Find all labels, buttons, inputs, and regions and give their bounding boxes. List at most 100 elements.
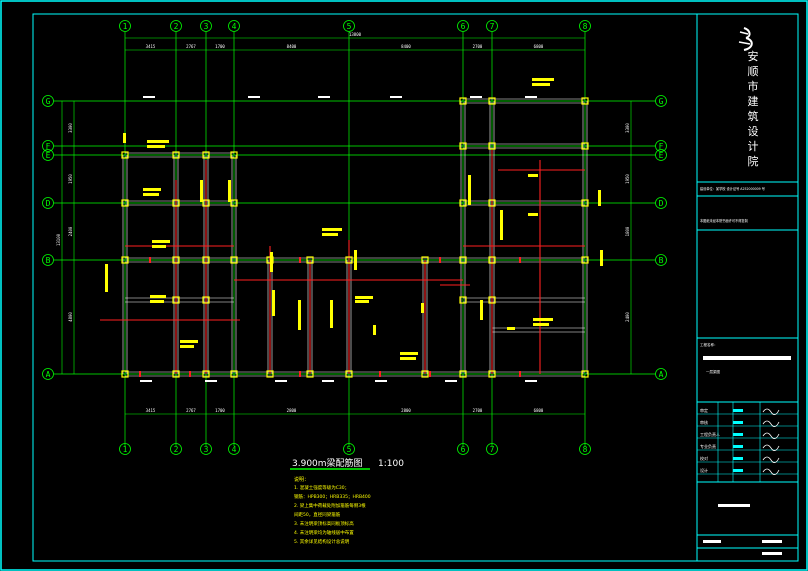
section-label xyxy=(275,380,287,382)
floor-plan xyxy=(100,97,589,378)
axis-label-3: 3 xyxy=(204,445,209,454)
axis-label-F: F xyxy=(659,142,664,151)
note-line: 钢筋：HPB300；HRB335；HRB400 xyxy=(294,493,371,500)
beam-annotation xyxy=(228,180,231,202)
top-dim-text: 2700 xyxy=(473,44,483,49)
right-dim-text: 1950 xyxy=(625,174,630,184)
axis-label-F: F xyxy=(46,142,51,151)
beam-annotation xyxy=(322,228,342,231)
axis-label-4: 4 xyxy=(232,445,237,454)
tb-row-label: 工程负责人 xyxy=(700,431,720,437)
axis-label-6: 6 xyxy=(461,445,466,454)
beam-annotation xyxy=(147,145,165,148)
beam-annotation xyxy=(180,345,194,348)
beam-mark xyxy=(299,257,301,263)
beam-annotation xyxy=(150,300,164,303)
beam-annotation xyxy=(480,300,483,320)
institute-char: 院 xyxy=(748,154,759,168)
bottom-dim-text: 2800 xyxy=(287,408,297,413)
tb-drawing-number xyxy=(718,504,750,507)
left-dim-text: 3300 xyxy=(68,123,73,133)
bottom-dim-text: 2700 xyxy=(473,408,483,413)
section-label xyxy=(143,96,155,98)
tb-row-label: 专业负责 xyxy=(700,443,716,449)
axis-label-D: D xyxy=(46,199,51,208)
section-label xyxy=(318,96,330,98)
left-dim-text: 4800 xyxy=(68,312,73,322)
beam-annotation xyxy=(180,340,198,343)
beam-annotation xyxy=(400,352,418,355)
axis-label-3: 3 xyxy=(204,22,209,31)
axis-label-E: E xyxy=(46,151,51,160)
beam-annotation xyxy=(330,300,333,328)
section-label xyxy=(205,380,217,382)
axis-label-G: G xyxy=(46,97,51,106)
tb-row-value xyxy=(733,457,743,460)
tb-sheet xyxy=(762,540,782,543)
tb-row-value xyxy=(733,409,743,412)
tb-line2: 本图纸未经本院书面许可不得复制 xyxy=(700,218,748,223)
beam-mark xyxy=(519,371,521,377)
beam-annotation xyxy=(200,180,203,202)
tb-row-value xyxy=(733,445,743,448)
beam-annotation xyxy=(400,357,416,360)
axis-label-A: A xyxy=(46,370,51,379)
note-line: 3. 未注明梁顶标高同板顶标高 xyxy=(294,520,354,527)
tb-row-value xyxy=(733,433,743,436)
top-dim-text: 3415 xyxy=(146,44,156,49)
right-dim-text: 1800 xyxy=(625,226,630,236)
tb-row-label: 审核 xyxy=(700,419,708,425)
bottom-dim-text: 6800 xyxy=(534,408,544,413)
general-notes: 说明： 1. 混凝土强度等级为C30； 钢筋：HPB300；HRB335；HRB… xyxy=(294,476,371,545)
beam-annotation xyxy=(528,213,538,216)
beam-mark xyxy=(299,371,301,377)
institute-char: 市 xyxy=(748,79,759,93)
beam-mark xyxy=(519,257,521,263)
tb-row-label: 审定 xyxy=(700,407,708,413)
axis-label-A: A xyxy=(659,370,664,379)
beam-annotation xyxy=(105,264,108,292)
beam-annotation xyxy=(270,252,273,272)
section-label xyxy=(525,96,537,98)
beam-mark xyxy=(429,371,431,377)
beam-annotation xyxy=(143,193,159,196)
institute-char: 设 xyxy=(748,125,759,138)
beam-annotation xyxy=(500,210,503,240)
institute-char: 计 xyxy=(748,140,759,153)
bottom-dim-text: 1700 xyxy=(215,408,225,413)
top-dim-text: 2767 xyxy=(186,44,196,49)
section-label xyxy=(375,380,387,382)
axis-label-7: 7 xyxy=(490,22,495,31)
axis-label-D: D xyxy=(659,199,664,208)
beam-annotation xyxy=(468,175,471,205)
section-label xyxy=(445,380,457,382)
top-dim-text: 1700 xyxy=(215,44,225,49)
beam-mark xyxy=(149,257,151,263)
beam-annotation xyxy=(532,78,554,81)
signature-table: 审定审核工程负责人专业负责校对设计 xyxy=(697,402,798,482)
notes-title: 说明： xyxy=(294,476,309,483)
axis-label-8: 8 xyxy=(583,22,588,31)
axis-label-5: 5 xyxy=(347,22,352,31)
beam-annotation xyxy=(528,174,538,177)
beam-annotation xyxy=(152,240,170,243)
institute-char: 建 xyxy=(748,94,759,108)
tb-row-label: 校对 xyxy=(700,455,708,461)
outer-frame xyxy=(0,0,808,571)
axis-label-6: 6 xyxy=(461,22,466,31)
note-line: 2. 梁上集中荷载处附加箍筋每侧3根 xyxy=(294,502,366,509)
beam-mark xyxy=(189,371,191,377)
beam-mark xyxy=(139,371,141,377)
tb-drawing-label: 一层梁图 xyxy=(706,369,720,374)
axis-label-4: 4 xyxy=(232,22,237,31)
axis-label-B: B xyxy=(46,256,51,265)
institute-logo-icon xyxy=(738,27,753,51)
beam-annotation xyxy=(421,303,424,313)
tb-sheet2 xyxy=(762,552,782,555)
beam-annotation xyxy=(152,245,166,248)
beam-annotations xyxy=(105,78,603,382)
bottom-dim-text: 2767 xyxy=(186,408,196,413)
left-total-text: 13100 xyxy=(56,233,61,246)
section-label xyxy=(525,380,537,382)
tb-project-label: 工程名称： xyxy=(700,342,718,347)
